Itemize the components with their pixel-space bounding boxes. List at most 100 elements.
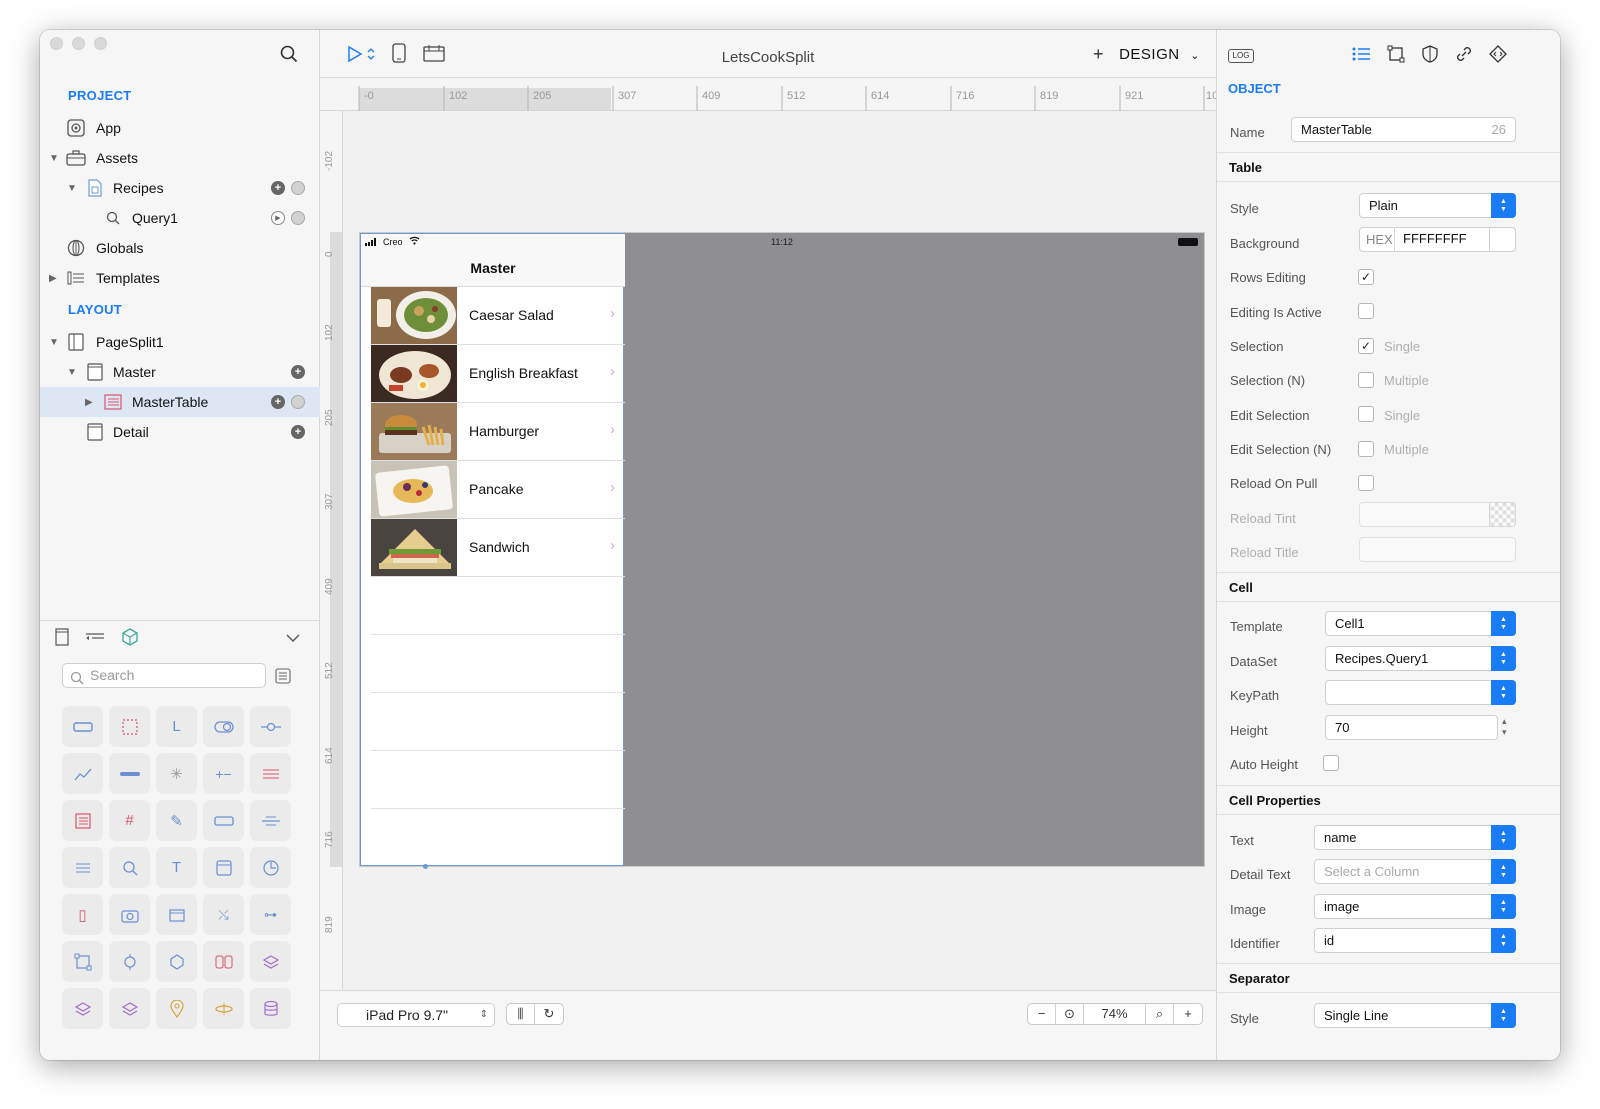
minimize-window-button[interactable] bbox=[72, 37, 85, 50]
tree-item-assets[interactable]: ▼ Assets bbox=[40, 143, 320, 173]
code-tab-icon[interactable] bbox=[1489, 45, 1507, 68]
textfield-component-icon[interactable] bbox=[203, 800, 244, 841]
zoom-level[interactable]: 74% bbox=[1084, 1004, 1146, 1024]
master-view[interactable]: Creo Master Caesar Salad › English Break… bbox=[360, 233, 625, 869]
watch-component-icon[interactable] bbox=[109, 941, 150, 982]
searchbar-component-icon[interactable] bbox=[109, 847, 150, 888]
pen-component-icon[interactable]: ✎ bbox=[156, 800, 197, 841]
layers-component-icon[interactable] bbox=[250, 941, 291, 982]
detail-text-select[interactable]: Select a Column ▲ ▼ bbox=[1314, 859, 1516, 884]
options-icon[interactable] bbox=[291, 211, 305, 225]
add-icon[interactable]: + bbox=[291, 425, 305, 439]
disclosure-down-icon[interactable]: ▼ bbox=[67, 183, 77, 194]
add-icon[interactable]: + bbox=[271, 181, 285, 195]
frame-tab-icon[interactable] bbox=[1387, 45, 1405, 68]
dataset-select[interactable]: Recipes.Query1 ▲ ▼ bbox=[1325, 646, 1516, 671]
beacon-component-icon[interactable] bbox=[203, 988, 244, 1029]
background-hex-field[interactable]: HEX FFFFFFFF bbox=[1359, 227, 1516, 252]
vibration-component-icon[interactable]: ▯ bbox=[62, 894, 103, 935]
tree-item-detail[interactable]: Detail + bbox=[40, 417, 320, 447]
list-view-icon[interactable] bbox=[275, 668, 291, 689]
table-row[interactable]: Sandwich › bbox=[371, 519, 625, 577]
template-select[interactable]: Cell1 ▲ ▼ bbox=[1325, 611, 1516, 636]
map-pin-icon[interactable] bbox=[156, 988, 197, 1029]
stack-alt-component-icon[interactable] bbox=[109, 988, 150, 1029]
options-icon[interactable] bbox=[291, 395, 305, 409]
table-row[interactable]: Pancake › bbox=[371, 461, 625, 519]
identifier-select[interactable]: id ▲ ▼ bbox=[1314, 928, 1516, 953]
separator-component-icon[interactable] bbox=[250, 800, 291, 841]
gesture-component-icon[interactable]: ⤯ bbox=[203, 894, 244, 935]
disclosure-down-icon[interactable]: ▼ bbox=[49, 337, 59, 348]
edit-selection-checkbox[interactable] bbox=[1358, 406, 1374, 422]
close-window-button[interactable] bbox=[50, 37, 63, 50]
pages-tab-icon[interactable] bbox=[54, 627, 70, 652]
controls-tab-icon[interactable] bbox=[84, 627, 106, 652]
label-component-icon[interactable]: L bbox=[156, 706, 197, 747]
button-component-icon[interactable] bbox=[62, 706, 103, 747]
device-select[interactable]: iPad Pro 9.7" ⇕ bbox=[337, 1003, 495, 1027]
editing-active-checkbox[interactable] bbox=[1358, 303, 1374, 319]
edit-selection-n-checkbox[interactable] bbox=[1358, 441, 1374, 457]
disclosure-right-icon[interactable]: ▶ bbox=[49, 273, 57, 284]
zoom-window-button[interactable] bbox=[94, 37, 107, 50]
tree-item-master[interactable]: ▼ Master + bbox=[40, 357, 320, 387]
disclosure-down-icon[interactable]: ▼ bbox=[67, 367, 77, 378]
frame-component-icon[interactable] bbox=[62, 941, 103, 982]
zoom-search-icon[interactable]: ⌕ bbox=[1146, 1004, 1174, 1024]
properties-tab-icon[interactable] bbox=[1351, 45, 1371, 68]
database-component-icon[interactable] bbox=[250, 988, 291, 1029]
separator-style-select[interactable]: Single Line ▲ ▼ bbox=[1314, 1003, 1516, 1028]
camera-component-icon[interactable] bbox=[109, 894, 150, 935]
switch-component-icon[interactable] bbox=[203, 706, 244, 747]
library-search-input[interactable]: Search bbox=[62, 663, 266, 688]
shield-tab-icon[interactable] bbox=[1421, 45, 1439, 68]
table-row[interactable]: Caesar Salad › bbox=[371, 287, 625, 345]
disclosure-right-icon[interactable]: ▶ bbox=[85, 397, 93, 408]
auto-height-checkbox[interactable] bbox=[1323, 755, 1339, 771]
tree-item-recipes[interactable]: ▼ Recipes + bbox=[40, 173, 320, 203]
height-input[interactable]: 70 bbox=[1325, 715, 1498, 740]
tree-item-query1[interactable]: Query1 ▶ bbox=[40, 203, 320, 233]
table-component-icon[interactable] bbox=[62, 800, 103, 841]
activity-indicator-icon[interactable]: ✳ bbox=[156, 753, 197, 794]
tree-item-globals[interactable]: Globals bbox=[40, 233, 320, 263]
device-canvas[interactable]: 11:12 Creo Master Caesar Salad › English… bbox=[359, 232, 1205, 869]
log-button[interactable]: LOG bbox=[1228, 49, 1254, 63]
view-component-icon[interactable] bbox=[109, 706, 150, 747]
add-icon[interactable]: + bbox=[291, 365, 305, 379]
search-icon[interactable] bbox=[280, 45, 298, 68]
zoom-in-button[interactable]: + bbox=[1174, 1004, 1202, 1024]
video-component-icon[interactable] bbox=[156, 894, 197, 935]
tree-item-pagesplit1[interactable]: ▼ PageSplit1 bbox=[40, 327, 320, 357]
tree-item-mastertable[interactable]: ▶ MasterTable + bbox=[40, 387, 320, 417]
style-select[interactable]: Plain ▲ ▼ bbox=[1359, 193, 1516, 218]
webview-component-icon[interactable] bbox=[203, 847, 244, 888]
table-row[interactable]: Hamburger › bbox=[371, 403, 625, 461]
progress-component-icon[interactable] bbox=[109, 753, 150, 794]
zoom-fit-icon[interactable]: ⊙ bbox=[1056, 1004, 1084, 1024]
textview-component-icon[interactable] bbox=[62, 847, 103, 888]
resize-handle[interactable] bbox=[423, 864, 428, 869]
stepper-component-icon[interactable]: +− bbox=[203, 753, 244, 794]
chart-component-icon[interactable] bbox=[62, 753, 103, 794]
image-select[interactable]: image ▲ ▼ bbox=[1314, 894, 1516, 919]
add-button[interactable]: + bbox=[1093, 44, 1104, 65]
run-query-icon[interactable]: ▶ bbox=[271, 211, 285, 225]
rotate-icon[interactable]: ↻ bbox=[535, 1004, 563, 1024]
rows-editing-checkbox[interactable]: ✓ bbox=[1358, 269, 1374, 285]
network-component-icon[interactable] bbox=[156, 941, 197, 982]
selection-n-checkbox[interactable] bbox=[1358, 372, 1374, 388]
layout-toggle-icon[interactable]: ⫼ bbox=[507, 1004, 535, 1024]
reload-pull-checkbox[interactable] bbox=[1358, 475, 1374, 491]
options-icon[interactable] bbox=[291, 181, 305, 195]
chevron-down-icon[interactable] bbox=[286, 630, 300, 648]
slider-component-icon[interactable] bbox=[250, 706, 291, 747]
zoom-out-button[interactable]: − bbox=[1028, 1004, 1056, 1024]
stack-component-icon[interactable] bbox=[62, 988, 103, 1029]
text-select[interactable]: name ▲ ▼ bbox=[1314, 825, 1516, 850]
tree-item-app[interactable]: App bbox=[40, 113, 320, 143]
segmented-component-icon[interactable] bbox=[250, 753, 291, 794]
color-swatch[interactable] bbox=[1489, 227, 1516, 252]
selection-checkbox[interactable]: ✓ bbox=[1358, 338, 1374, 354]
